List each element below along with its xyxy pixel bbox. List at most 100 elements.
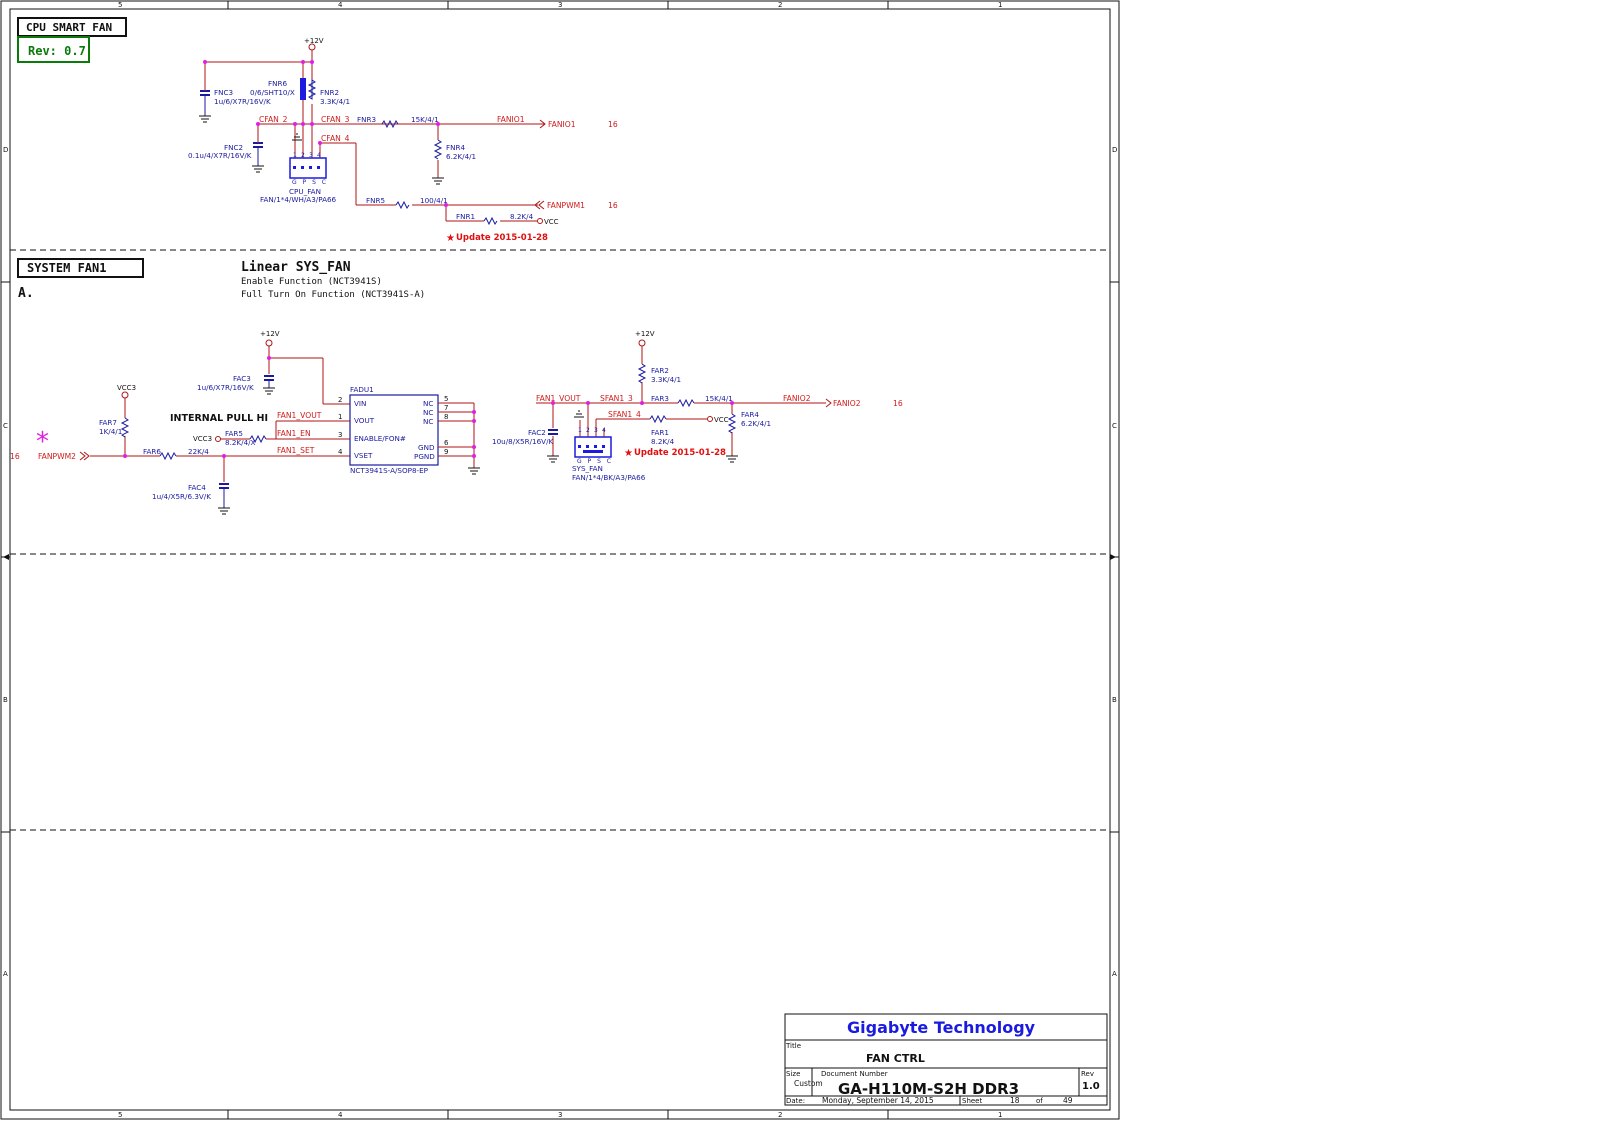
ic-pin-num: 9 bbox=[444, 448, 448, 456]
ic-pin-name: ENABLE/FON# bbox=[354, 434, 406, 443]
net-sfan1-4: SFAN1_4 bbox=[608, 410, 641, 419]
row-label-left: A bbox=[3, 970, 8, 978]
far5-ref: FAR5 bbox=[225, 429, 243, 438]
ic-pin-num: 7 bbox=[444, 404, 448, 412]
pin-number: 2 bbox=[586, 427, 590, 434]
fnc3-value: 1u/6/X7R/16V/K bbox=[214, 97, 271, 106]
net-fanio1: FANIO1 bbox=[497, 115, 525, 124]
fnr2-value: 3.3K/4/1 bbox=[320, 97, 350, 106]
net-cfan2: CFAN_2 bbox=[259, 115, 288, 124]
fnr3-value: 15K/4/1 bbox=[411, 115, 439, 124]
sys-capacitors-right bbox=[548, 429, 558, 435]
page-ref: 16 bbox=[608, 120, 618, 129]
rev-value: 1.0 bbox=[1082, 1081, 1100, 1092]
fnc2-value: 0.1u/4/X7R/16V/K bbox=[188, 151, 252, 160]
col-label-bottom: 4 bbox=[338, 1111, 343, 1119]
fnr2-ref: FNR2 bbox=[320, 88, 339, 97]
fnr6-jumper bbox=[300, 78, 306, 100]
rev-label: Rev bbox=[1081, 1070, 1094, 1078]
row-label-right: A bbox=[1112, 970, 1117, 978]
net-cfan4: CFAN_4 bbox=[321, 134, 350, 143]
ic-ref: FADU1 bbox=[350, 385, 374, 394]
power-label-plus12: +12V bbox=[635, 330, 655, 338]
fac2-ref: FAC2 bbox=[528, 428, 546, 437]
port-arrow-icon bbox=[825, 398, 832, 408]
port-fanio2: FANIO2 bbox=[833, 399, 861, 408]
power-label-plus12: +12V bbox=[260, 330, 280, 338]
fac3-value: 1u/6/X7R/16V/K bbox=[197, 383, 254, 392]
star-icon: ★ bbox=[624, 448, 633, 459]
ic-pin-num: 6 bbox=[444, 439, 449, 447]
ic-pin-num: 3 bbox=[338, 431, 342, 439]
docnum-label: Document Number bbox=[821, 1070, 888, 1078]
fac3-ref: FAC3 bbox=[233, 374, 251, 383]
fnr1-value: 8.2K/4 bbox=[510, 212, 534, 221]
sys-section-title: SYSTEM FAN1 bbox=[27, 261, 106, 275]
inner-frame bbox=[9, 8, 1111, 1111]
port-double-arrow-icon bbox=[79, 451, 90, 461]
ic-pin-name: GND bbox=[418, 443, 435, 452]
of-label: of bbox=[1036, 1097, 1043, 1105]
row-label-right: B bbox=[1112, 696, 1117, 704]
far3-ref: FAR3 bbox=[651, 394, 669, 403]
power-label-plus12: +12V bbox=[304, 37, 324, 45]
size-value: Custom bbox=[794, 1079, 823, 1088]
fnc3-ref: FNC3 bbox=[214, 88, 233, 97]
fnr3-ref: FNR3 bbox=[357, 115, 376, 124]
sheet-number: 18 bbox=[1010, 1096, 1020, 1105]
ground-icon bbox=[468, 467, 480, 475]
fnr4-value: 6.2K/4/1 bbox=[446, 152, 476, 161]
ic-pin-name: VIN bbox=[354, 399, 366, 408]
net-fan1-vout: FAN1_VOUT bbox=[536, 394, 581, 403]
ic-pin-name: PGND bbox=[414, 452, 435, 461]
fnr4-ref: FNR4 bbox=[446, 143, 466, 152]
far2-value: 3.3K/4/1 bbox=[651, 375, 681, 384]
ic-pin-name: VOUT bbox=[354, 416, 375, 425]
power-port-icon bbox=[215, 436, 221, 442]
doc-title: FAN CTRL bbox=[866, 1052, 925, 1065]
rev-label: Rev: 0.7 bbox=[28, 44, 86, 58]
schematic-sheet: 5 4 3 2 1 5 4 3 2 1 D C B A D C B A CPU … bbox=[0, 0, 1120, 1120]
sheet-label: Sheet bbox=[962, 1097, 982, 1105]
page-ref: 16 bbox=[893, 399, 903, 408]
power-port-icon bbox=[265, 339, 273, 347]
far4-ref: FAR4 bbox=[741, 410, 759, 419]
ic-pin-num: 5 bbox=[444, 395, 448, 403]
ic-pin-num: 2 bbox=[338, 396, 342, 404]
sys-desc-line1: Enable Function (NCT3941S) bbox=[241, 277, 382, 287]
sys-fan-value: FAN/1*4/BK/A3/PA66 bbox=[572, 473, 646, 482]
pin-number: 1 bbox=[293, 152, 297, 159]
vcc-label: VCC bbox=[714, 416, 729, 424]
page-ref: 16 bbox=[10, 452, 20, 461]
fnr6-ref: FNR6 bbox=[268, 79, 288, 88]
fnr5-ref: FNR5 bbox=[366, 196, 385, 205]
ground-icons bbox=[218, 387, 275, 515]
sys-heading: Linear SYS_FAN bbox=[241, 260, 351, 275]
pin-number: 3 bbox=[309, 152, 313, 159]
power-port-icon bbox=[638, 339, 646, 347]
cpu-section-title: CPU SMART FAN bbox=[26, 21, 112, 34]
fnr5-value: 100/4/1 bbox=[420, 196, 448, 205]
net-fan1-vout: FAN1_VOUT bbox=[277, 411, 322, 420]
col-label-bottom: 3 bbox=[558, 1111, 562, 1119]
row-label-left: B bbox=[3, 696, 8, 704]
vcc-label: VCC bbox=[544, 218, 559, 226]
ic-pin-name: NC bbox=[423, 417, 433, 426]
ic-part: NCT3941S-A/SOP8-EP bbox=[350, 466, 429, 475]
port-fanio1: FANIO1 bbox=[548, 120, 576, 129]
pin-names: G P S C bbox=[292, 179, 328, 186]
date-value: Monday, September 14, 2015 bbox=[822, 1096, 934, 1105]
far6-ref: FAR6 bbox=[143, 447, 161, 456]
far3-value: 15K/4/1 bbox=[705, 394, 733, 403]
sys-fan-pins bbox=[578, 445, 605, 453]
date-label: Date: bbox=[786, 1097, 805, 1105]
net-fan1-set: FAN1_SET bbox=[277, 446, 315, 455]
far7-value: 1K/4/1 bbox=[99, 427, 122, 436]
pin-number: 1 bbox=[578, 427, 582, 434]
cpu-fan-pins bbox=[293, 166, 320, 169]
row-label-right: C bbox=[1112, 422, 1117, 430]
port-fanpwm2: FANPWM2 bbox=[38, 452, 76, 461]
net-fanio2: FANIO2 bbox=[783, 394, 811, 403]
pin-number: 2 bbox=[301, 152, 305, 159]
row-label-left: D bbox=[3, 146, 8, 154]
